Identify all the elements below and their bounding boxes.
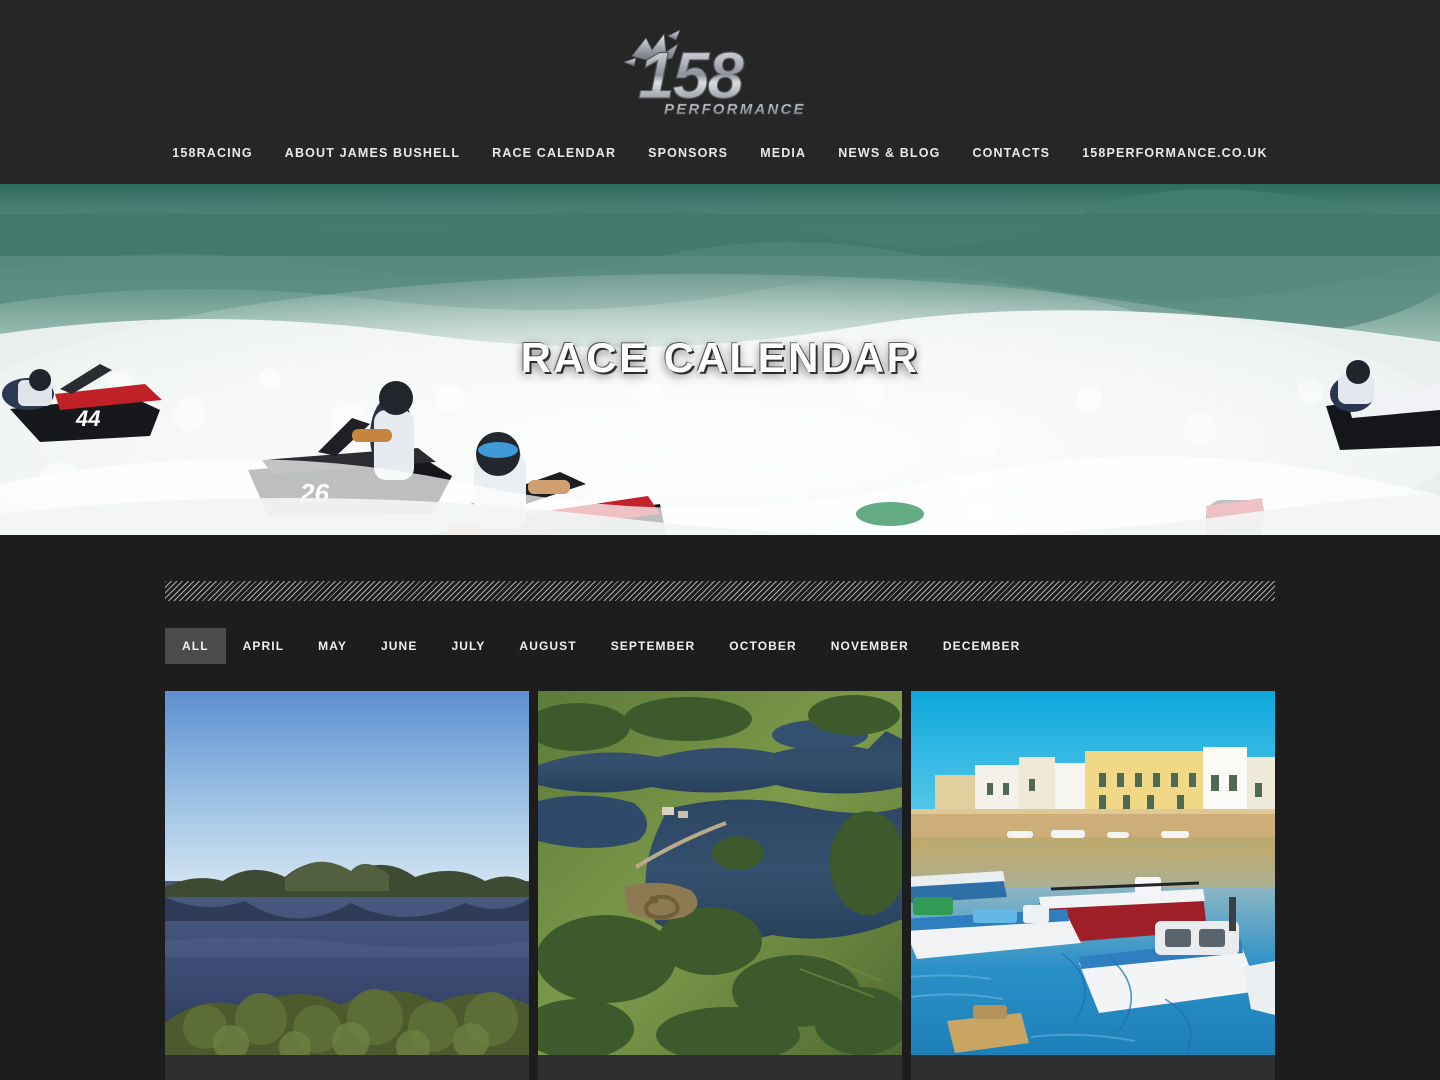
filter-april[interactable]: APRIL [226, 628, 302, 664]
event-image-grand-prix [911, 691, 1275, 1055]
filter-august[interactable]: AUGUST [502, 628, 593, 664]
month-filter-bar: ALL APRIL MAY JUNE JULY AUGUST SEPTEMBER… [165, 628, 1275, 664]
filter-july[interactable]: JULY [434, 628, 502, 664]
event-card-grid: 07 Apr, 18 JSRA ROUND 1 [165, 691, 1275, 1080]
filter-october[interactable]: OCTOBER [712, 628, 813, 664]
section-hatch-divider [165, 581, 1275, 601]
svg-text:PERFORMANCE: PERFORMANCE [664, 101, 806, 118]
site-header: 158 PERFORMANCE 158RACING ABOUT JAMES BU… [0, 0, 1440, 184]
svg-text:44: 44 [75, 406, 100, 431]
nav-item-news-and-blog[interactable]: NEWS & BLOG [822, 136, 956, 170]
svg-text:3: 3 [1398, 414, 1410, 439]
nav-item-contacts[interactable]: CONTACTS [956, 136, 1066, 170]
filter-november[interactable]: NOVEMBER [814, 628, 926, 664]
nav-item-race-calendar[interactable]: RACE CALENDAR [476, 136, 632, 170]
event-card[interactable]: 12 May, 18 JSRA ROUND 2 [538, 691, 902, 1080]
event-card-body: JSRA ROUND 1 [165, 1055, 529, 1080]
event-card-body: JSRA ROUND 2 [538, 1055, 902, 1080]
filter-december[interactable]: DECEMBER [926, 628, 1037, 664]
nav-item-158performance-co-uk[interactable]: 158PERFORMANCE.CO.UK [1066, 136, 1284, 170]
filter-september[interactable]: SEPTEMBER [594, 628, 713, 664]
event-card[interactable]: 25 May, 18 GRAND PRIX OF [911, 691, 1275, 1080]
filter-all[interactable]: ALL [165, 628, 226, 664]
nav-item-about-james-bushell[interactable]: ABOUT JAMES BUSHELL [269, 136, 476, 170]
event-card-body: GRAND PRIX OF [911, 1055, 1275, 1080]
logo-link[interactable]: 158 PERFORMANCE [0, 26, 1440, 122]
aerial-lakes-photo [538, 691, 902, 1055]
filter-may[interactable]: MAY [301, 628, 364, 664]
event-card[interactable]: 07 Apr, 18 JSRA ROUND 1 [165, 691, 529, 1080]
event-image-jsra-round-2 [538, 691, 902, 1055]
page-title: RACE CALENDAR [520, 334, 920, 381]
lake-treeline-photo [165, 691, 529, 1055]
event-image-jsra-round-1 [165, 691, 529, 1055]
main-content: ALL APRIL MAY JUNE JULY AUGUST SEPTEMBER… [0, 535, 1440, 1080]
nav-item-sponsors[interactable]: SPONSORS [632, 136, 744, 170]
filter-june[interactable]: JUNE [364, 628, 434, 664]
logo-158-performance-icon: 158 PERFORMANCE [622, 29, 806, 118]
main-navigation: 158RACING ABOUT JAMES BUSHELL RACE CALEN… [0, 122, 1440, 184]
nav-item-158racing[interactable]: 158RACING [156, 136, 269, 170]
site-logo: 158 PERFORMANCE [620, 28, 820, 120]
harbour-boats-photo [911, 691, 1275, 1055]
nav-item-media[interactable]: MEDIA [744, 136, 822, 170]
hero-banner: 44 26 [0, 184, 1440, 535]
